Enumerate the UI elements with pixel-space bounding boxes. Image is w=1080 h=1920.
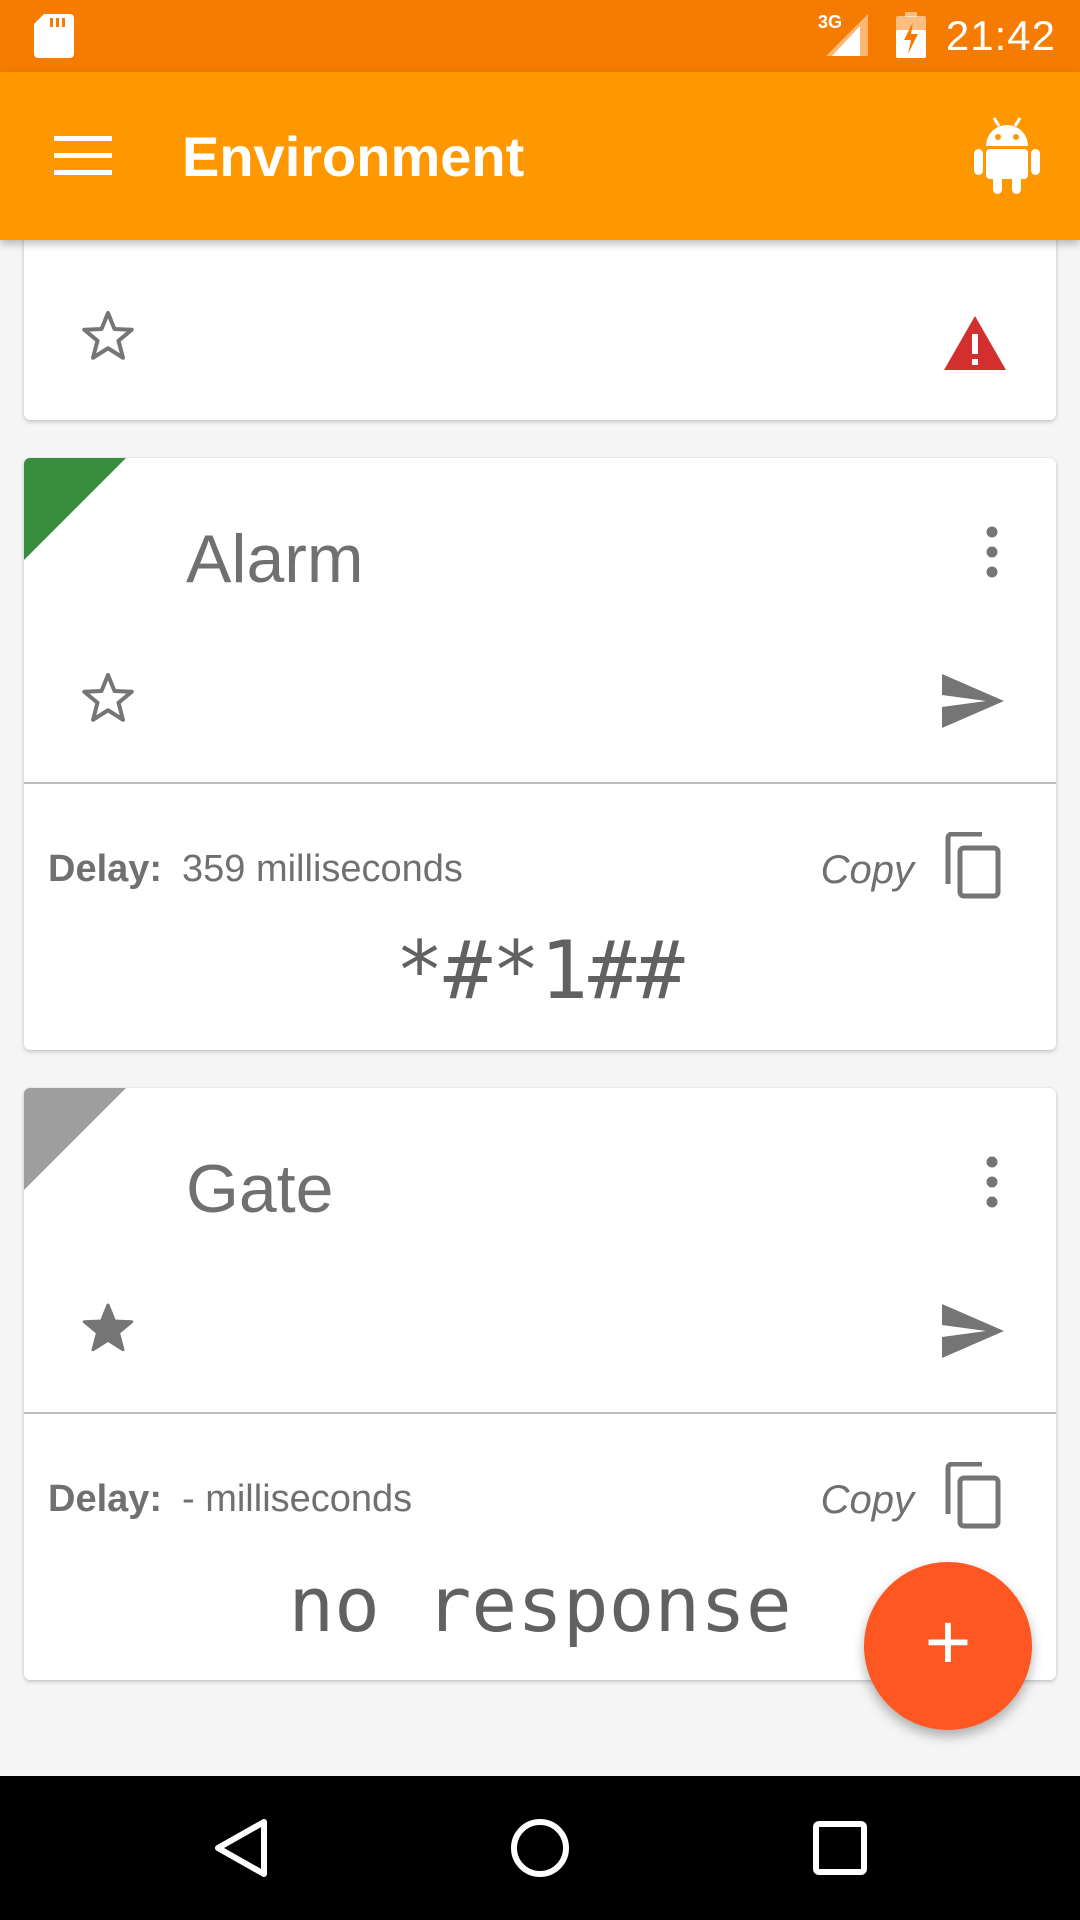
menu-icon[interactable] bbox=[54, 132, 112, 180]
delay-label: Delay: bbox=[48, 1478, 163, 1520]
warning-icon bbox=[944, 316, 1006, 370]
delay-label: Delay: bbox=[48, 848, 163, 890]
more-vert-icon[interactable] bbox=[984, 1156, 1000, 1208]
network-type-label: 3G bbox=[818, 12, 842, 32]
status-bar: 3G 21:42 bbox=[0, 0, 1080, 72]
app-bar: Environment bbox=[0, 72, 1080, 240]
response-text: *#*1## bbox=[395, 924, 685, 1017]
status-corner bbox=[24, 1088, 126, 1190]
copy-button[interactable]: Copy bbox=[821, 848, 914, 893]
divider bbox=[24, 1412, 1056, 1414]
more-vert-icon[interactable] bbox=[984, 526, 1000, 578]
delay-value: 359 milliseconds bbox=[182, 848, 463, 890]
device-card-alarm: Alarm Delay: 359 milliseconds Copy *#*1#… bbox=[24, 458, 1056, 1050]
device-list: Alarm Delay: 359 milliseconds Copy *#*1#… bbox=[0, 240, 1080, 1776]
star-outline-icon[interactable] bbox=[78, 668, 138, 728]
sd-card-icon bbox=[34, 14, 74, 58]
star-outline-icon[interactable] bbox=[78, 306, 138, 366]
battery-charging-icon bbox=[896, 12, 926, 58]
page-title: Environment bbox=[182, 125, 525, 188]
send-icon[interactable] bbox=[940, 672, 1006, 730]
copy-button[interactable]: Copy bbox=[821, 1478, 914, 1523]
divider bbox=[24, 782, 1056, 784]
signal-icon: 3G bbox=[818, 12, 868, 56]
back-icon[interactable] bbox=[206, 1812, 278, 1884]
star-filled-icon[interactable] bbox=[78, 1298, 138, 1358]
add-device-button[interactable]: + bbox=[864, 1562, 1032, 1730]
copy-icon[interactable] bbox=[942, 1462, 1002, 1530]
home-icon[interactable] bbox=[504, 1812, 576, 1884]
android-icon[interactable] bbox=[974, 116, 1040, 194]
device-card-partial bbox=[24, 240, 1056, 420]
recents-icon[interactable] bbox=[804, 1812, 876, 1884]
delay-value: - milliseconds bbox=[182, 1478, 413, 1520]
copy-icon[interactable] bbox=[942, 832, 1002, 900]
device-name: Gate bbox=[186, 1151, 334, 1227]
device-name: Alarm bbox=[186, 521, 364, 597]
status-corner bbox=[24, 458, 126, 560]
navigation-bar bbox=[0, 1776, 1080, 1920]
status-time: 21:42 bbox=[945, 12, 1056, 59]
send-icon[interactable] bbox=[940, 1302, 1006, 1360]
